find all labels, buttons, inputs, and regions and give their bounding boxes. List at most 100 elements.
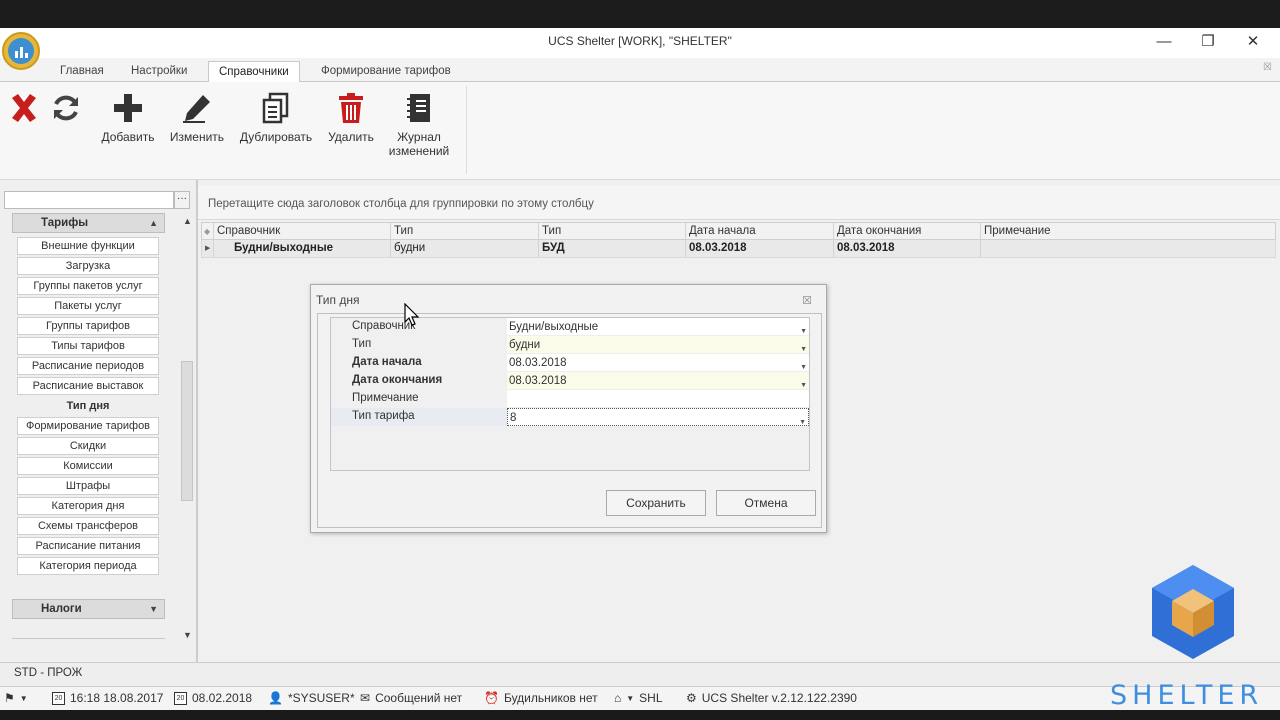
nav-item[interactable]: Расписание питания	[17, 537, 159, 555]
status-messages-text: Сообщений нет	[375, 691, 463, 705]
scroll-thumb[interactable]	[181, 361, 193, 501]
nav-group-tariffs[interactable]: Тарифы ▲	[12, 213, 165, 233]
day-type-dialog: Тип дня ☒ Справочник Будни/выходные ▼ Тип…	[310, 284, 827, 533]
nav-search-button[interactable]: ···	[174, 191, 190, 209]
start-date-picker[interactable]: 08.03.2018 ▼	[507, 354, 809, 372]
column-header[interactable]: Тип	[391, 223, 539, 240]
group-by-hint[interactable]: Перетащите сюда заголовок столбца для гр…	[198, 186, 1280, 220]
end-date-picker[interactable]: 08.03.2018 ▼	[507, 372, 809, 390]
column-header[interactable]: Дата начала	[686, 223, 834, 240]
delete-button-label: Удалить	[328, 130, 374, 144]
status-alarms[interactable]: ⏰ Будильников нет	[484, 691, 598, 705]
field-value: 8	[510, 412, 517, 424]
duplicate-button-label: Дублировать	[239, 130, 313, 144]
ribbon-tab-bar: Главная Настройки Справочники Формирован…	[0, 58, 1280, 83]
nav-item[interactable]: Формирование тарифов	[17, 417, 159, 435]
duplicate-button[interactable]: Дублировать	[238, 90, 314, 144]
delete-button[interactable]: Удалить	[326, 90, 376, 144]
nav-item[interactable]: Расписание выставок	[17, 377, 159, 395]
flag-icon: ⚑	[4, 691, 15, 705]
status-user[interactable]: 👤 *SYSUSER*	[268, 691, 355, 705]
nav-item[interactable]: Категория периода	[17, 557, 159, 575]
status-user-text: *SYSUSER*	[287, 691, 355, 705]
edit-button-label: Изменить	[169, 130, 225, 144]
nav-item[interactable]: Типы тарифов	[17, 337, 159, 355]
tab-main[interactable]: Главная	[50, 61, 114, 83]
nav-item[interactable]: Группы тарифов	[17, 317, 159, 335]
nav-item[interactable]: Тип дня	[17, 397, 159, 415]
edit-button[interactable]: Изменить	[168, 90, 226, 144]
tab-tariff-formation[interactable]: Формирование тарифов	[311, 61, 461, 83]
user-icon: 👤	[268, 691, 283, 705]
shelter-cube-logo-icon	[1152, 565, 1234, 659]
status-messages[interactable]: ✉ Сообщений нет	[360, 691, 462, 705]
field-value: будни	[509, 339, 541, 351]
cancel-x-button[interactable]	[6, 90, 42, 130]
field-label: Тип	[352, 338, 372, 350]
table-cell: 08.03.2018	[686, 240, 834, 257]
close-window-button[interactable]: ✕	[1233, 30, 1273, 54]
nav-item[interactable]: Штрафы	[17, 477, 159, 495]
dialog-close-icon[interactable]: ☒	[802, 294, 812, 307]
chevron-down-icon: ▼	[149, 604, 158, 614]
journal-label-line1: Журнал	[397, 130, 441, 144]
tab-references[interactable]: Справочники	[208, 61, 300, 83]
nav-item[interactable]: Загрузка	[17, 257, 159, 275]
nav-item[interactable]: Пакеты услуг	[17, 297, 159, 315]
nav-scrollbar[interactable]: ▲ ▼	[179, 216, 196, 640]
field-label: Примечание	[352, 392, 419, 404]
restore-button[interactable]: ❐	[1188, 30, 1228, 54]
column-header[interactable]: Справочник	[214, 223, 391, 240]
mode-label: STD - ПРОЖ	[14, 667, 83, 679]
status-workdate[interactable]: 20 08.02.2018	[174, 691, 252, 705]
column-header[interactable]: Тип	[539, 223, 686, 240]
field-label: Дата начала	[352, 356, 422, 368]
dropdown-arrow-icon[interactable]: ▼	[799, 414, 806, 432]
field-label: Тип тарифа	[352, 410, 415, 422]
nav-item[interactable]: Комиссии	[17, 457, 159, 475]
status-home[interactable]: ⌂ ▼ SHL	[614, 691, 663, 705]
app-logo-icon[interactable]	[2, 32, 40, 70]
column-header[interactable]: Дата окончания	[834, 223, 981, 240]
nav-item[interactable]: Категория дня	[17, 497, 159, 515]
nav-item[interactable]: Внешние функции	[17, 237, 159, 255]
pencil-icon	[168, 90, 226, 126]
property-grid: Справочник Будни/выходные ▼ Тип будни ▼ Да…	[330, 317, 810, 471]
ribbon-separator	[466, 86, 467, 174]
nav-item[interactable]: Скидки	[17, 437, 159, 455]
add-button[interactable]: Добавить	[100, 90, 156, 144]
refresh-button[interactable]	[46, 90, 86, 130]
table-cell: Будни/выходные	[214, 240, 391, 257]
nav-item[interactable]: Расписание периодов	[17, 357, 159, 375]
scroll-down-icon[interactable]: ▼	[183, 630, 192, 640]
row-pointer-icon: ▶	[202, 240, 214, 257]
ribbon-toolbar: Добавить Изменить Дублировать Удалить Жу…	[0, 82, 1280, 180]
nav-search-input[interactable]	[4, 191, 174, 209]
nav-group-taxes[interactable]: Налоги ▼	[12, 599, 165, 619]
status-datetime: 20 16:18 18.08.2017	[52, 691, 163, 705]
screen-bottom-strip	[0, 710, 1280, 720]
dialog-body: Справочник Будни/выходные ▼ Тип будни ▼ Да…	[317, 313, 822, 528]
journal-label-line2: изменений	[388, 144, 450, 158]
minimize-button[interactable]: —	[1144, 30, 1184, 54]
flag-menu[interactable]: ⚑ ▼	[4, 691, 28, 705]
note-input[interactable]	[507, 390, 809, 408]
ribbon-collapse-icon[interactable]: ☒	[1263, 62, 1272, 73]
scroll-up-icon[interactable]: ▲	[183, 216, 192, 226]
type-select[interactable]: будни ▼	[507, 336, 809, 354]
status-version-text: UCS Shelter v.2.12.122.2390	[701, 691, 857, 705]
cancel-button[interactable]: Отмена	[716, 490, 816, 516]
change-journal-button[interactable]: Журнал изменений	[386, 90, 452, 158]
table-row[interactable]: ▶ Будни/выходные будни БУД 08.03.2018 08…	[201, 240, 1276, 258]
nav-item[interactable]: Схемы трансферов	[17, 517, 159, 535]
column-header[interactable]: Примечание	[981, 223, 1275, 240]
refresh-icon	[46, 90, 86, 126]
copy-document-icon	[238, 90, 314, 126]
tariff-type-select[interactable]: 8 ▼	[507, 408, 809, 426]
reference-select[interactable]: Будни/выходные ▼	[507, 318, 809, 336]
status-datetime-text: 16:18 18.08.2017	[70, 691, 164, 705]
field-label: Дата окончания	[352, 374, 443, 386]
save-button[interactable]: Сохранить	[606, 490, 706, 516]
nav-item[interactable]: Группы пакетов услуг	[17, 277, 159, 295]
tab-settings[interactable]: Настройки	[121, 61, 197, 83]
